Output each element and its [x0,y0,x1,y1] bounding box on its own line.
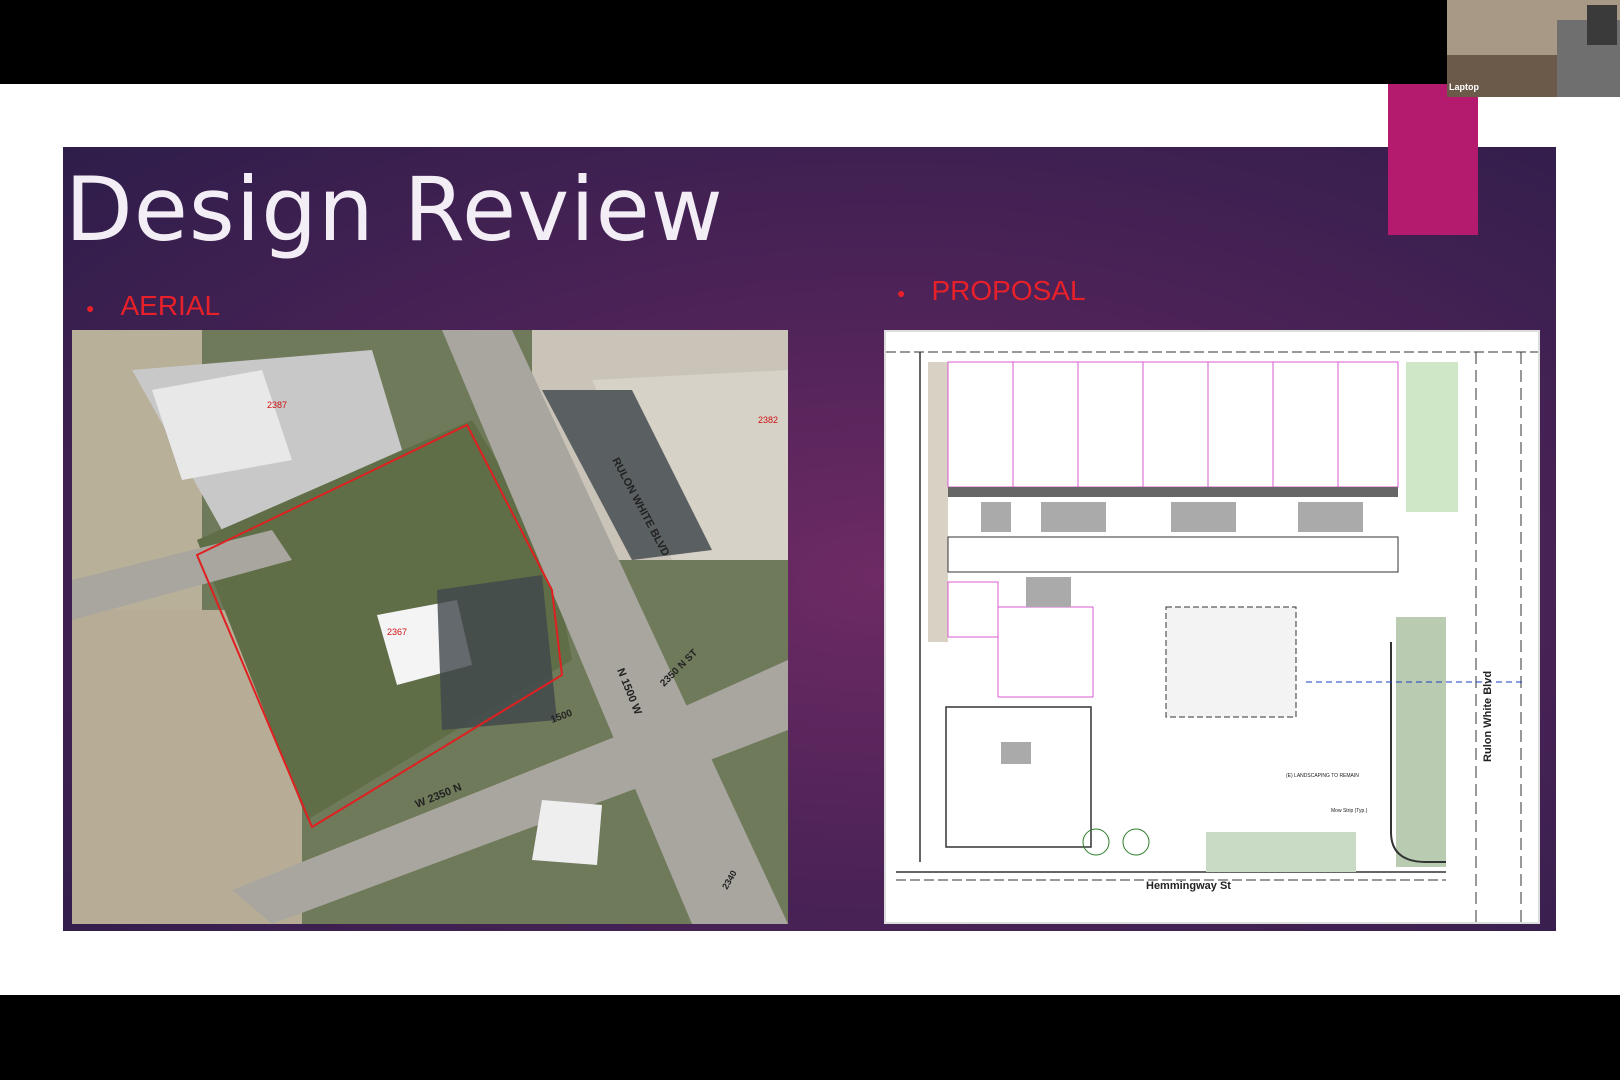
slide-accent-bar [1388,84,1478,235]
proposal-street-label-bottom: Hemmingway St [1146,880,1231,892]
aerial-parcel-label: 2367 [387,627,407,637]
bullet-aerial: ● AERIAL [86,290,220,322]
bullet-proposal-label: PROPOSAL [931,275,1086,306]
bullet-proposal: ● PROPOSAL [897,275,1086,307]
proposal-note-mow-strip: Mow Strip (Typ.) [1331,808,1368,814]
aerial-parcel-label: 2387 [267,400,287,410]
video-top-bar [0,0,1620,84]
aerial-map-image: RULON WHITE BLVD N 1500 W W 2350 N 2350 … [72,330,788,924]
video-bottom-bar [0,995,1620,1080]
bullet-aerial-label: AERIAL [120,290,221,321]
bullet-dot-icon: ● [897,284,906,301]
aerial-parcel-label: 2382 [758,415,778,425]
proposal-site-plan-image: Hemmingway St Rulon White Blvd (E) LANDS… [884,330,1540,924]
slide-title: Design Review [65,158,724,261]
proposal-street-label-right: Rulon White Blvd [1482,671,1494,762]
bullet-dot-icon: ● [86,299,95,316]
proposal-note-landscaping: (E) LANDSCAPING TO REMAIN [1286,773,1359,779]
webcam-label: Laptop [1449,82,1479,92]
